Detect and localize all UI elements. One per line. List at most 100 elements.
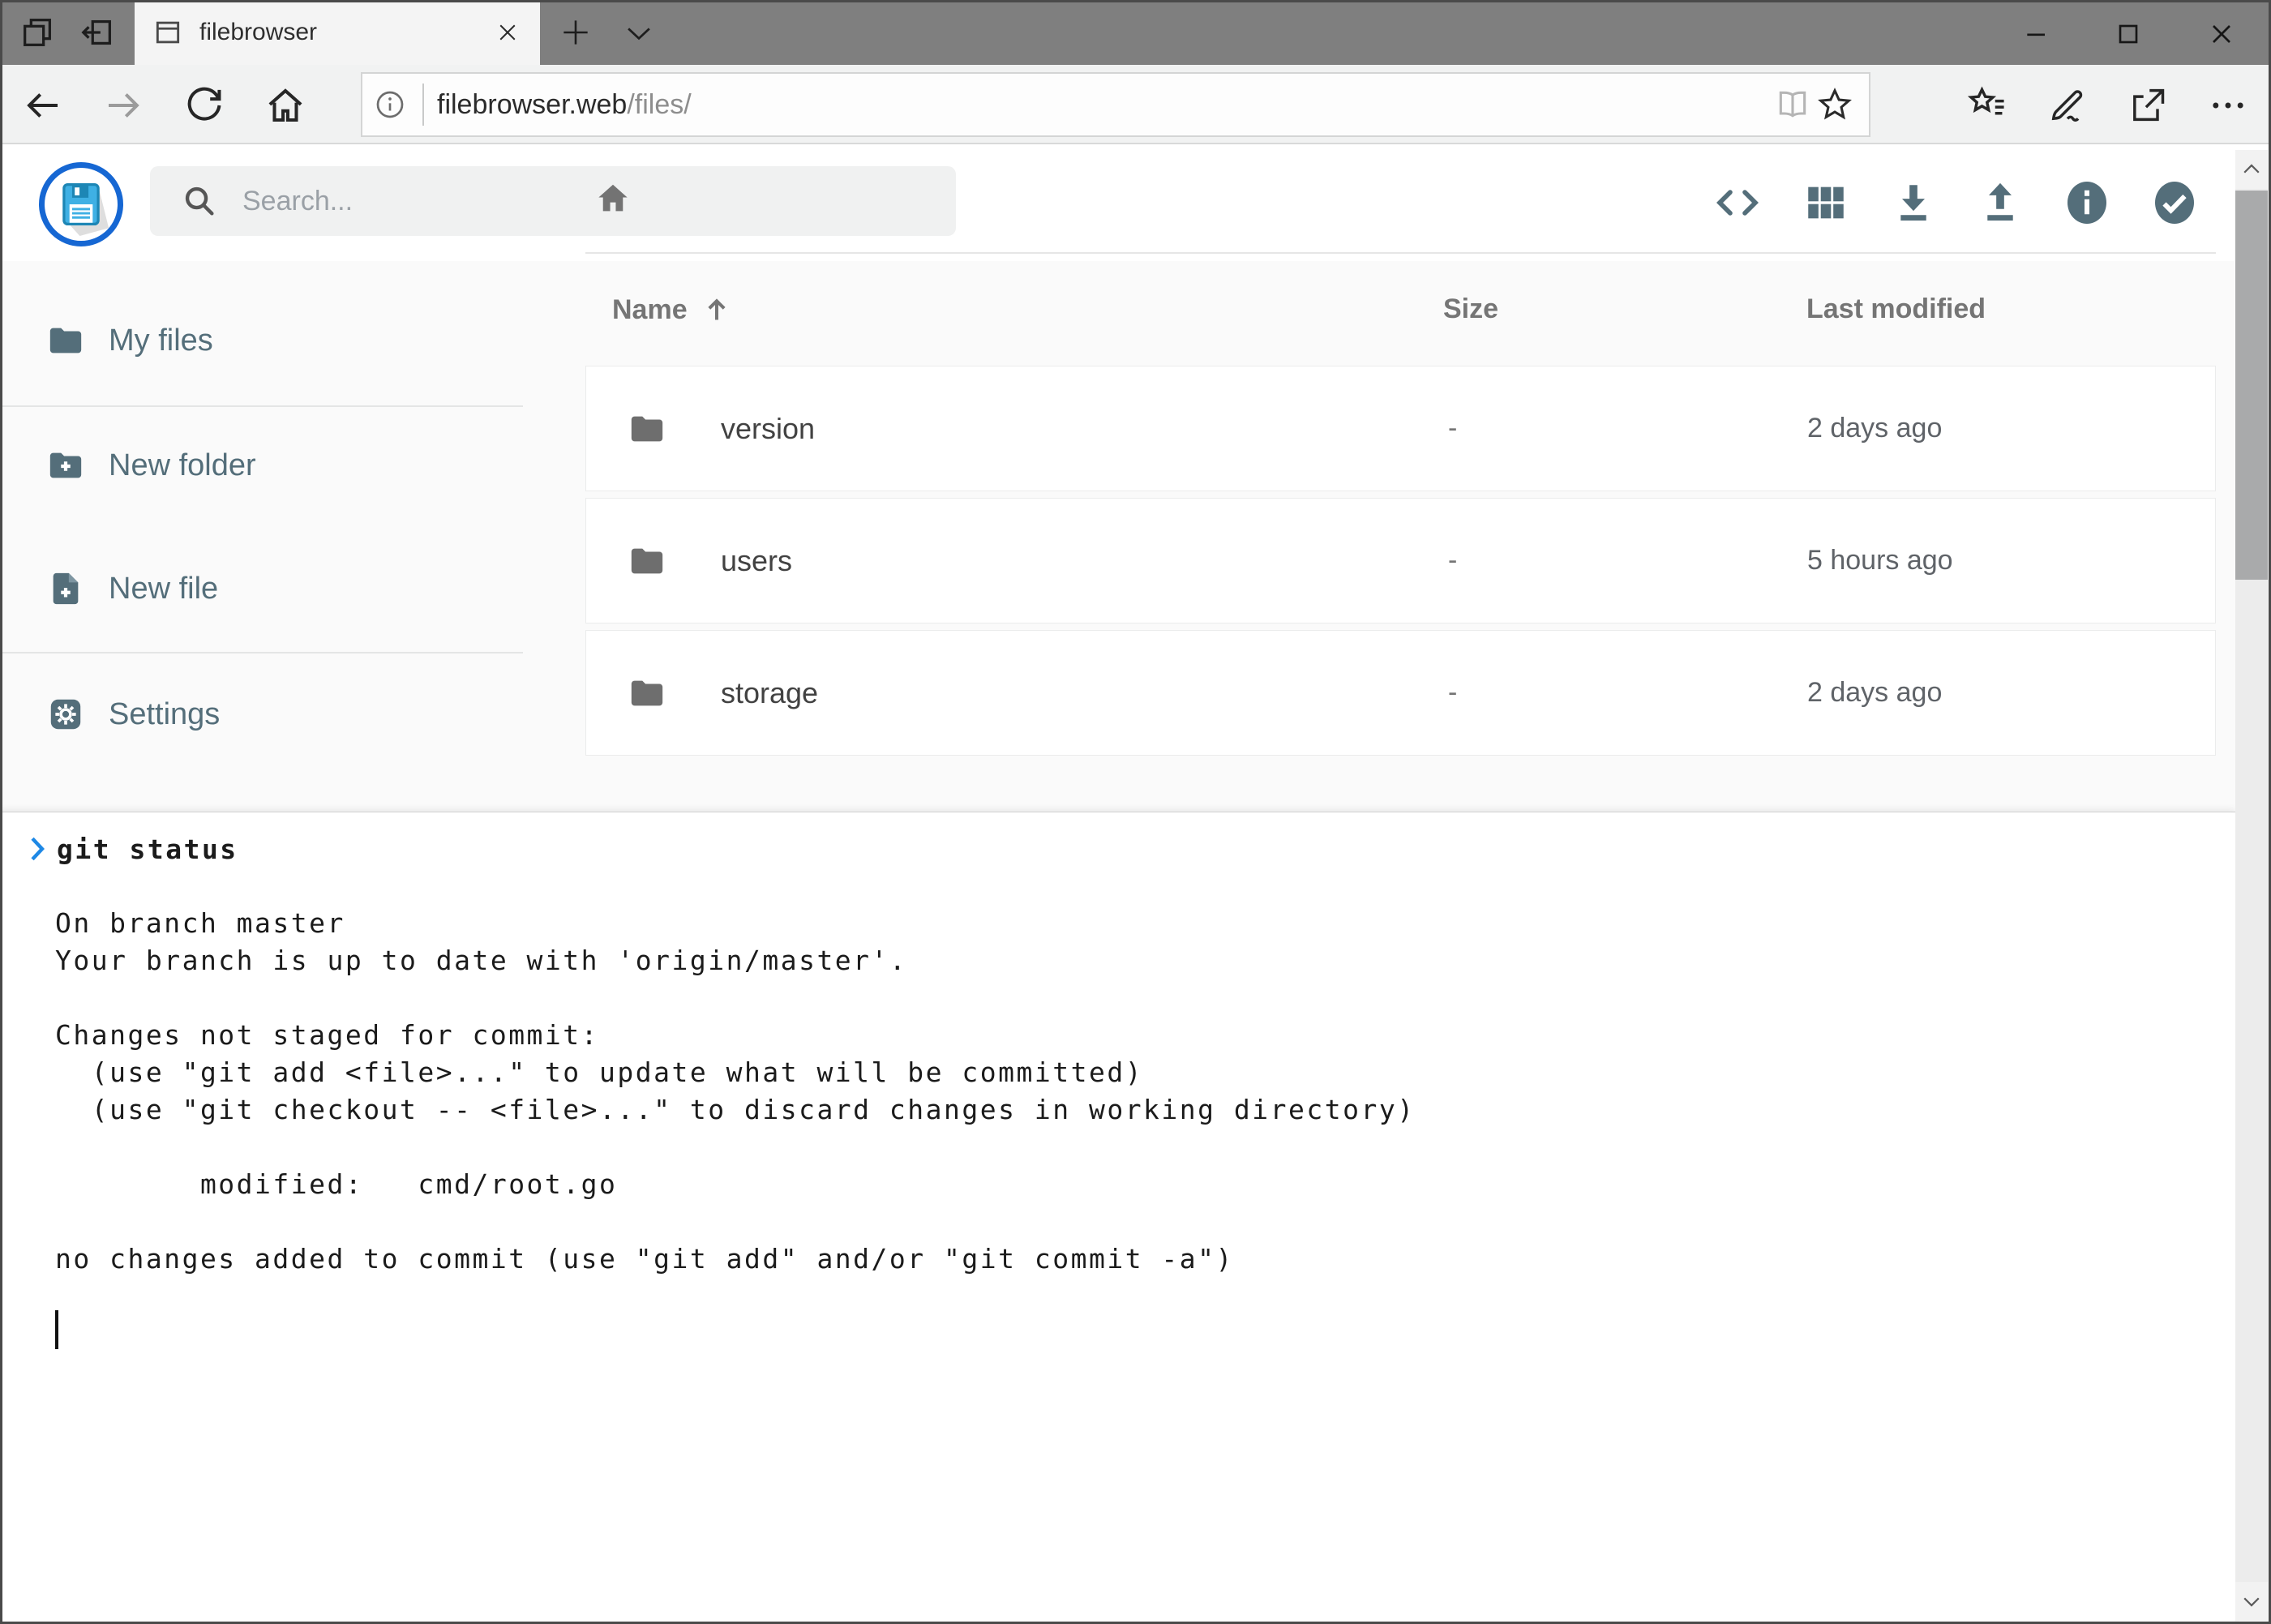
- set-tabs-aside-icon: [79, 14, 116, 51]
- page-scrollbar[interactable]: [2235, 150, 2268, 1621]
- breadcrumb-home-button[interactable]: [594, 180, 632, 217]
- folder-icon: [628, 675, 666, 712]
- column-name-label: Name: [612, 294, 688, 326]
- new-tab-button[interactable]: [556, 13, 595, 52]
- file-name: storage: [721, 676, 818, 710]
- folder-plus-icon: [47, 447, 84, 484]
- reading-view-book-icon: [1775, 87, 1810, 122]
- folder-icon: [628, 410, 666, 448]
- app-header: [0, 144, 2271, 261]
- sidebar-item-label: New folder: [109, 448, 256, 483]
- web-notes-button[interactable]: [2044, 83, 2089, 128]
- sidebar-item-label: New file: [109, 572, 218, 606]
- terminal-panel[interactable]: git status On branch master Your branch …: [0, 812, 2235, 1624]
- sidebar-item-new-file[interactable]: New file: [0, 560, 523, 617]
- file-info-button[interactable]: [2061, 177, 2113, 229]
- close-icon: [2205, 18, 2238, 50]
- folder-icon: [47, 322, 84, 359]
- page-favicon-icon: [152, 17, 183, 48]
- file-modified: 2 days ago: [1807, 677, 1942, 709]
- chevron-down-icon: [621, 15, 657, 50]
- tabs-set-aside-list-button[interactable]: [18, 13, 57, 52]
- filebrowser-logo[interactable]: [39, 162, 123, 246]
- search-icon: [181, 182, 218, 220]
- file-size: -: [1448, 677, 1457, 709]
- favorites-hub-icon: [1966, 84, 2008, 126]
- file-size: -: [1448, 545, 1457, 576]
- window-close-button[interactable]: [2204, 16, 2239, 52]
- check-icon: [2150, 178, 2199, 228]
- column-header-size[interactable]: Size: [1443, 294, 1498, 325]
- sidebar-item-my-files[interactable]: My files: [0, 312, 523, 369]
- sidebar-item-new-folder[interactable]: New folder: [0, 437, 523, 494]
- window-minimize-button[interactable]: [2019, 16, 2055, 52]
- refresh-button[interactable]: [182, 83, 227, 128]
- home-button[interactable]: [263, 83, 308, 128]
- ellipsis-icon: [2207, 84, 2249, 126]
- scroll-down-button[interactable]: [2235, 1582, 2268, 1621]
- browser-tab[interactable]: filebrowser: [135, 0, 540, 65]
- scroll-up-button[interactable]: [2235, 150, 2268, 189]
- folder-icon: [628, 542, 666, 580]
- file-name: version: [721, 412, 815, 446]
- web-note-pen-icon: [2046, 84, 2088, 126]
- column-header-modified[interactable]: Last modified: [1806, 294, 1986, 325]
- window-maximize-button[interactable]: [2110, 16, 2146, 52]
- prompt-chevron-icon: [28, 835, 47, 863]
- url-host: filebrowser.web: [437, 89, 627, 120]
- info-circle-icon: [374, 88, 406, 121]
- upload-icon: [1977, 179, 2024, 226]
- terminal-command: git status: [57, 833, 238, 865]
- file-modified: 5 hours ago: [1807, 545, 1953, 576]
- settings-and-more-button[interactable]: [2205, 83, 2251, 128]
- share-button[interactable]: [2124, 83, 2170, 128]
- switch-view-button[interactable]: [1800, 177, 1852, 229]
- sidebar-item-settings[interactable]: Settings: [0, 686, 523, 743]
- column-header-name[interactable]: Name: [612, 294, 733, 326]
- minimize-icon: [2020, 18, 2053, 50]
- reading-view-button[interactable]: [1772, 84, 1814, 126]
- back-arrow-icon: [21, 84, 65, 127]
- forward-arrow-icon: [101, 84, 145, 127]
- select-multiple-button[interactable]: [2149, 177, 2200, 229]
- maximize-icon: [2112, 18, 2145, 50]
- sort-ascending-icon: [701, 294, 733, 326]
- edge-browser-window: filebrowser: [0, 0, 2271, 1624]
- file-name: users: [721, 544, 792, 578]
- grid-view-icon: [1802, 179, 1849, 226]
- code-icon: [1712, 178, 1763, 228]
- download-icon: [1890, 179, 1937, 226]
- terminal-output: On branch master Your branch is up to da…: [55, 868, 1416, 1278]
- sidebar-divider: [0, 652, 523, 653]
- file-size: -: [1448, 413, 1457, 444]
- tab-previews-icon: [19, 14, 56, 51]
- chevron-down-icon: [2239, 1589, 2264, 1613]
- chevron-up-icon: [2239, 157, 2264, 182]
- file-row-users[interactable]: users - 5 hours ago: [585, 498, 2216, 623]
- gear-icon: [47, 696, 84, 733]
- listing-header: Name Size Last modified: [585, 289, 2216, 337]
- address-bar[interactable]: filebrowser.web/files/: [361, 72, 1870, 137]
- scrollbar-thumb[interactable]: [2235, 191, 2268, 580]
- download-button[interactable]: [1888, 177, 1939, 229]
- back-button[interactable]: [20, 83, 66, 128]
- add-favorite-button[interactable]: [1814, 84, 1856, 126]
- upload-button[interactable]: [1974, 177, 2026, 229]
- sidebar-divider: [0, 405, 523, 407]
- raw-view-button[interactable]: [1712, 177, 1763, 229]
- file-row-version[interactable]: version - 2 days ago: [585, 366, 2216, 491]
- set-tabs-aside-button[interactable]: [78, 13, 117, 52]
- star-icon: [1816, 86, 1853, 123]
- search-box[interactable]: [150, 166, 956, 236]
- info-icon: [2063, 178, 2111, 228]
- show-tab-previews-button[interactable]: [619, 13, 658, 52]
- forward-button[interactable]: [101, 83, 146, 128]
- tab-bar: filebrowser: [0, 0, 2271, 65]
- favorites-hub-button[interactable]: [1965, 83, 2010, 128]
- url-text: filebrowser.web/files/: [437, 89, 1772, 121]
- file-row-storage[interactable]: storage - 2 days ago: [585, 630, 2216, 756]
- site-info-button[interactable]: [369, 84, 411, 126]
- sidebar-item-label: My files: [109, 324, 213, 358]
- tab-close-button[interactable]: [491, 16, 524, 49]
- terminal-prompt-line: git status: [28, 830, 238, 868]
